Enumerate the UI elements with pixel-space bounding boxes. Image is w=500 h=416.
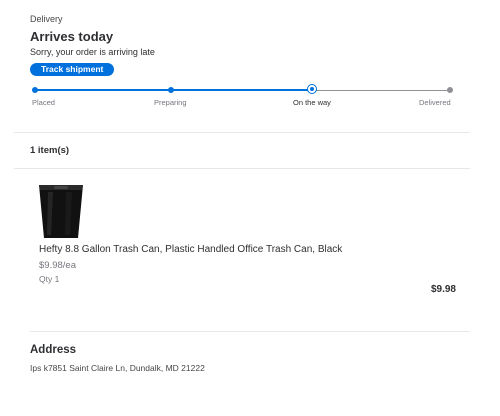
address-heading: Address bbox=[30, 344, 77, 356]
step-label-preparing: Preparing bbox=[154, 98, 187, 107]
step-dot-delivered bbox=[447, 87, 453, 93]
divider bbox=[14, 132, 470, 133]
delivery-label: Delivery bbox=[30, 14, 63, 24]
step-label-placed: Placed bbox=[32, 98, 55, 107]
track-shipment-button[interactable]: Track shipment bbox=[30, 63, 115, 76]
progress-line-remaining bbox=[312, 90, 450, 91]
late-message: Sorry, your order is arriving late bbox=[30, 47, 155, 57]
address-line: Ips k7851 Saint Claire Ln, Dundalk, MD 2… bbox=[30, 363, 205, 373]
step-label-on-the-way: On the way bbox=[293, 98, 331, 107]
step-label-delivered: Delivered bbox=[419, 98, 451, 107]
divider bbox=[14, 168, 470, 169]
arrival-title: Arrives today bbox=[30, 29, 114, 44]
divider bbox=[30, 331, 470, 332]
item-name[interactable]: Hefty 8.8 Gallon Trash Can, Plastic Hand… bbox=[39, 244, 342, 255]
item-unit-price: $9.98/ea bbox=[39, 260, 76, 271]
address-section: Address Ips k7851 Saint Claire Ln, Dunda… bbox=[30, 344, 470, 373]
step-dot-on-the-way bbox=[307, 84, 317, 94]
item-total: $9.98 bbox=[430, 284, 456, 295]
trash-can-icon[interactable] bbox=[36, 180, 86, 240]
step-dot-preparing bbox=[168, 87, 174, 93]
item-count: 1 item(s) bbox=[30, 145, 70, 156]
step-dot-placed bbox=[32, 87, 38, 93]
item-quantity: Qty 1 bbox=[39, 274, 60, 284]
delivery-section: Delivery Arrives today Sorry, your order… bbox=[30, 14, 470, 77]
